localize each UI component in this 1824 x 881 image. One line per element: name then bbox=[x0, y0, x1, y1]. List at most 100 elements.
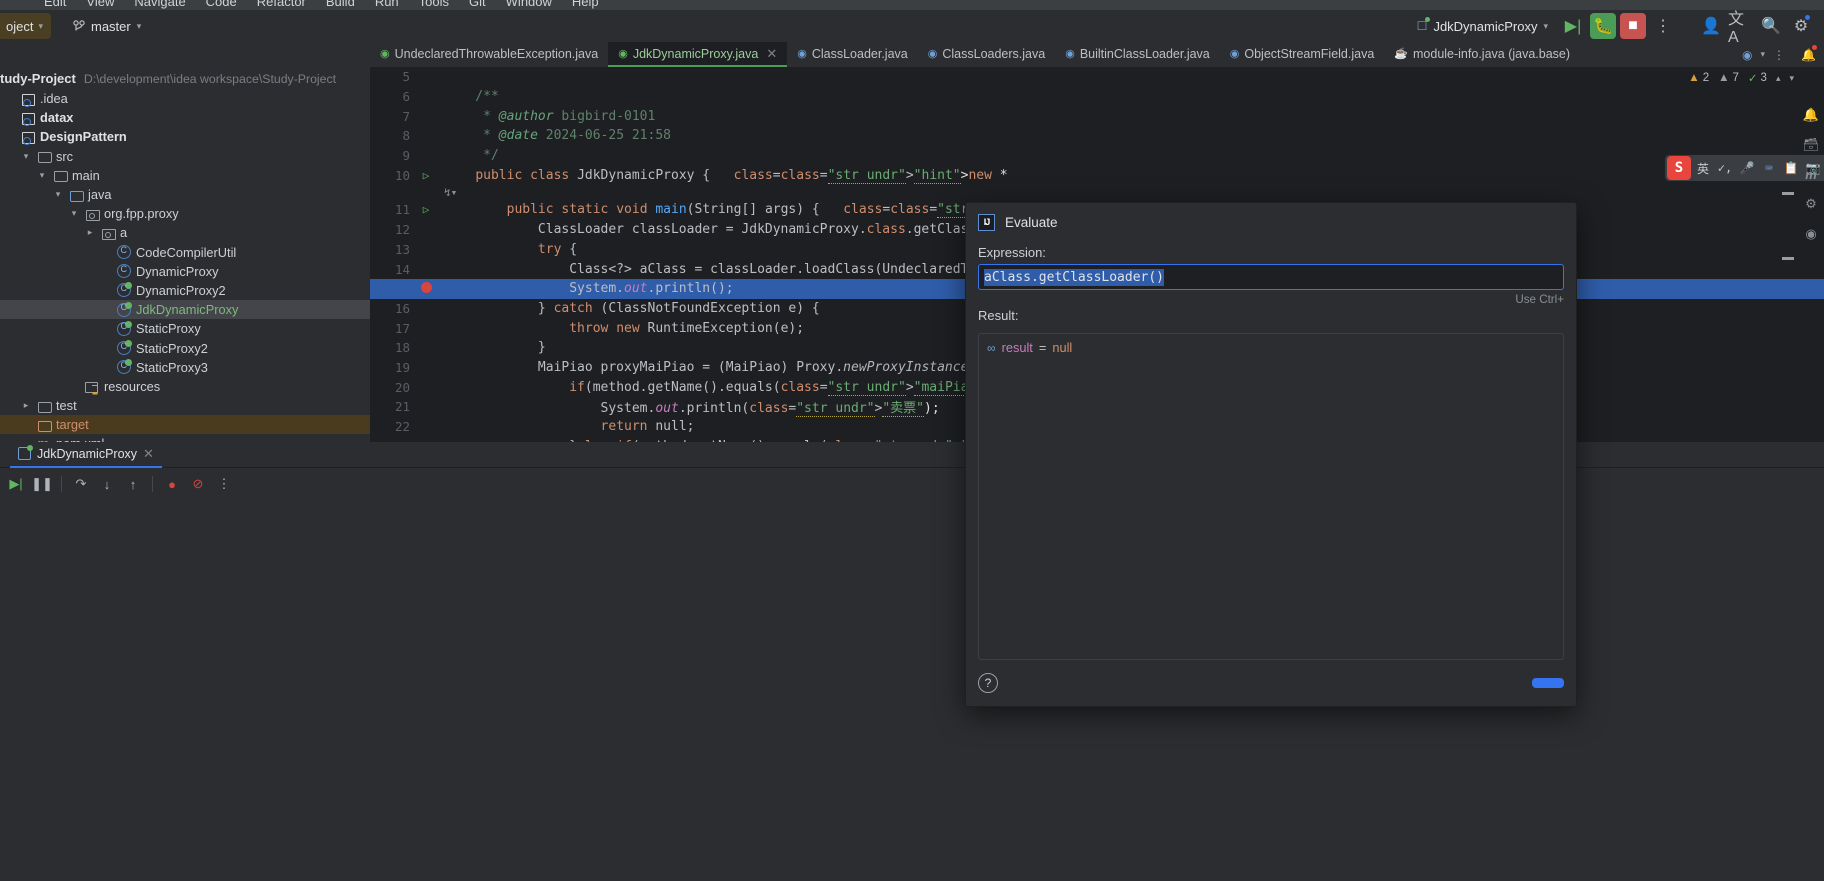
code-line[interactable]: 7 * @author bigbird-0101 bbox=[370, 106, 1824, 126]
tree-item--idea[interactable]: .idea bbox=[0, 89, 370, 108]
result-panel[interactable]: ∞ result = null bbox=[978, 333, 1564, 660]
notifications-strip-icon[interactable]: 🔔 bbox=[1803, 107, 1819, 123]
chevron-down-icon[interactable]: ▾ bbox=[1761, 49, 1766, 60]
tree-item-main[interactable]: ▾ main bbox=[0, 166, 370, 185]
code-text: } bbox=[444, 340, 546, 356]
breakpoint-icon[interactable] bbox=[418, 281, 434, 296]
step-into-icon[interactable]: ↓ bbox=[95, 472, 119, 496]
editor-tab-module-info[interactable]: ☕ module-info.java (java.base) bbox=[1384, 42, 1580, 67]
debug-button[interactable]: 🐛 bbox=[1590, 13, 1616, 39]
ime-handwriting-icon[interactable]: ✓, bbox=[1715, 157, 1735, 179]
tree-item-org-fpp-proxy[interactable]: ▾ org.fpp.proxy bbox=[0, 204, 370, 223]
code-line[interactable]: 6 /** bbox=[370, 87, 1824, 107]
tree-item-target[interactable]: target bbox=[0, 415, 370, 435]
chevron-down-icon[interactable]: ▾ bbox=[20, 151, 32, 162]
resume-icon[interactable]: ▶| bbox=[4, 472, 28, 496]
tree-item-java[interactable]: ▾ java bbox=[0, 185, 370, 204]
menu-item-edit[interactable]: Edit bbox=[34, 0, 76, 9]
resume-program-icon[interactable]: ▶| bbox=[1560, 13, 1586, 39]
tree-item-codecompilerutil[interactable]: CodeCompilerUtil bbox=[0, 243, 370, 262]
project-root-row[interactable]: tudy-Project D:\development\idea workspa… bbox=[0, 67, 370, 89]
editor-tab-jdkdynamicproxy[interactable]: ◉ JdkDynamicProxy.java ✕ bbox=[608, 42, 788, 67]
tree-item-resources[interactable]: resources bbox=[0, 377, 370, 396]
menu-item-tools[interactable]: Tools bbox=[409, 0, 459, 9]
chevron-down-icon[interactable]: ▾ bbox=[68, 208, 80, 219]
project-selector[interactable]: oject ▾ bbox=[0, 13, 51, 39]
ime-language-icon[interactable]: 英 bbox=[1693, 157, 1713, 179]
editor-tab-objectstreamfield[interactable]: ◉ ObjectStreamField.java bbox=[1220, 42, 1385, 67]
run-configuration-selector[interactable]: ☐ JdkDynamicProxy ▾ bbox=[1409, 13, 1556, 39]
debug-more-icon[interactable]: ⋮ bbox=[212, 472, 236, 496]
tree-item-pom-xml[interactable]: mpom.xml bbox=[0, 434, 370, 442]
run-gutter-icon[interactable]: ▷ bbox=[418, 203, 434, 216]
editor-tab-classloader[interactable]: ◉ ClassLoader.java bbox=[787, 42, 918, 67]
code-line[interactable]: 9 */ bbox=[370, 146, 1824, 166]
code-line[interactable]: 10 ▷ public class JdkDynamicProxy { class… bbox=[370, 165, 1824, 185]
tree-item-a[interactable]: ▸ a bbox=[0, 223, 370, 242]
tree-item-designpattern[interactable]: DesignPattern bbox=[0, 127, 370, 146]
maven-icon[interactable]: m bbox=[1805, 167, 1817, 182]
code-line[interactable]: 8 * @date 2024-06-25 21:58 bbox=[370, 126, 1824, 146]
menu-item-code[interactable]: Code bbox=[196, 0, 247, 9]
chevron-down-icon[interactable]: ▾ bbox=[52, 189, 64, 200]
tree-item-dynamicproxy2[interactable]: DynamicProxy2 bbox=[0, 281, 370, 300]
evaluate-dialog[interactable]: IJ Evaluate Expression: aClass.getClassL… bbox=[965, 202, 1577, 707]
code-line[interactable]: 5 bbox=[370, 67, 1824, 87]
tree-item-dynamicproxy[interactable]: DynamicProxy bbox=[0, 262, 370, 281]
menu-item-help[interactable]: Help bbox=[562, 0, 609, 9]
account-icon[interactable]: 👤 bbox=[1698, 13, 1724, 39]
search-icon[interactable]: 🔍 bbox=[1758, 13, 1784, 39]
close-icon[interactable]: ✕ bbox=[143, 446, 154, 462]
chevron-up-icon[interactable]: ▴ bbox=[1776, 73, 1781, 84]
expression-input[interactable]: aClass.getClassLoader() bbox=[978, 264, 1564, 290]
editor-tab-undeclaredthrowableexception[interactable]: ◉ UndeclaredThrowableException.java bbox=[370, 42, 608, 67]
inspection-widget[interactable]: ▲ 2 ▲ 7 ✓ 3 ▴ ▾ bbox=[1688, 71, 1794, 85]
tab-overflow-icon[interactable]: ◉ bbox=[1742, 48, 1752, 62]
ime-voice-icon[interactable]: 🎤 bbox=[1737, 157, 1757, 179]
stop-button[interactable]: ■ bbox=[1620, 13, 1646, 39]
tree-item-staticproxy2[interactable]: StaticProxy2 bbox=[0, 338, 370, 357]
settings-icon[interactable]: ⚙ bbox=[1788, 13, 1814, 39]
chevron-down-icon[interactable]: ▾ bbox=[36, 170, 48, 181]
menu-item-navigate[interactable]: Navigate bbox=[124, 0, 195, 9]
tree-item-jdkdynamicproxy[interactable]: JdkDynamicProxy bbox=[0, 300, 370, 320]
more-options-icon[interactable]: ⋮ bbox=[1650, 13, 1676, 39]
menu-item-window[interactable]: Window bbox=[496, 0, 562, 9]
step-over-icon[interactable]: ↷ bbox=[69, 472, 93, 496]
pause-icon[interactable]: ❚❚ bbox=[30, 472, 54, 496]
menu-item-run[interactable]: Run bbox=[365, 0, 409, 9]
tree-item-datax[interactable]: datax bbox=[0, 108, 370, 127]
expression-value: aClass.getClassLoader() bbox=[984, 268, 1165, 286]
help-icon[interactable]: ? bbox=[978, 673, 998, 693]
editor-tab-builtinclassloader[interactable]: ◉ BuiltinClassLoader.java bbox=[1055, 42, 1220, 67]
step-out-icon[interactable]: ↑ bbox=[121, 472, 145, 496]
chevron-right-icon[interactable]: ▸ bbox=[84, 227, 96, 238]
result-row[interactable]: ∞ result = null bbox=[987, 340, 1555, 355]
close-icon[interactable]: ✕ bbox=[766, 46, 777, 62]
mute-breakpoints-icon[interactable]: ● bbox=[160, 472, 184, 496]
menu-item-build[interactable]: Build bbox=[316, 0, 365, 9]
tab-more-icon[interactable]: ⋮ bbox=[1773, 48, 1785, 62]
database-icon[interactable]: 🗃 bbox=[1803, 137, 1820, 153]
evaluate-button[interactable] bbox=[1532, 678, 1564, 688]
tree-item-label: a bbox=[120, 225, 128, 241]
ime-keyboard-icon[interactable]: ⌨ bbox=[1759, 157, 1779, 179]
plugins-icon[interactable]: ◉ bbox=[1805, 226, 1816, 242]
menu-item-refactor[interactable]: Refactor bbox=[247, 0, 316, 9]
view-breakpoints-icon[interactable]: ⊘ bbox=[186, 472, 210, 496]
editor-tab-classloaders[interactable]: ◉ ClassLoaders.java bbox=[918, 42, 1055, 67]
notifications-icon[interactable]: 🔔 bbox=[1793, 44, 1817, 62]
ai-assistant-icon[interactable]: ⚙ bbox=[1805, 196, 1817, 212]
menu-item-git[interactable]: Git bbox=[459, 0, 496, 9]
tree-item-staticproxy3[interactable]: StaticProxy3 bbox=[0, 358, 370, 377]
chevron-right-icon[interactable]: ▸ bbox=[20, 400, 32, 411]
debug-session-tab[interactable]: JdkDynamicProxy ✕ bbox=[10, 442, 162, 468]
menu-item-view[interactable]: View bbox=[76, 0, 124, 9]
tree-item-test[interactable]: ▸ test bbox=[0, 396, 370, 415]
vcs-branch-selector[interactable]: master ▾ bbox=[63, 13, 151, 39]
translate-icon[interactable]: 文A bbox=[1728, 11, 1754, 46]
chevron-down-icon[interactable]: ▾ bbox=[1789, 73, 1794, 84]
tree-item-src[interactable]: ▾ src bbox=[0, 147, 370, 166]
tree-item-staticproxy[interactable]: StaticProxy bbox=[0, 319, 370, 338]
run-gutter-icon[interactable]: ▷ bbox=[418, 169, 434, 182]
